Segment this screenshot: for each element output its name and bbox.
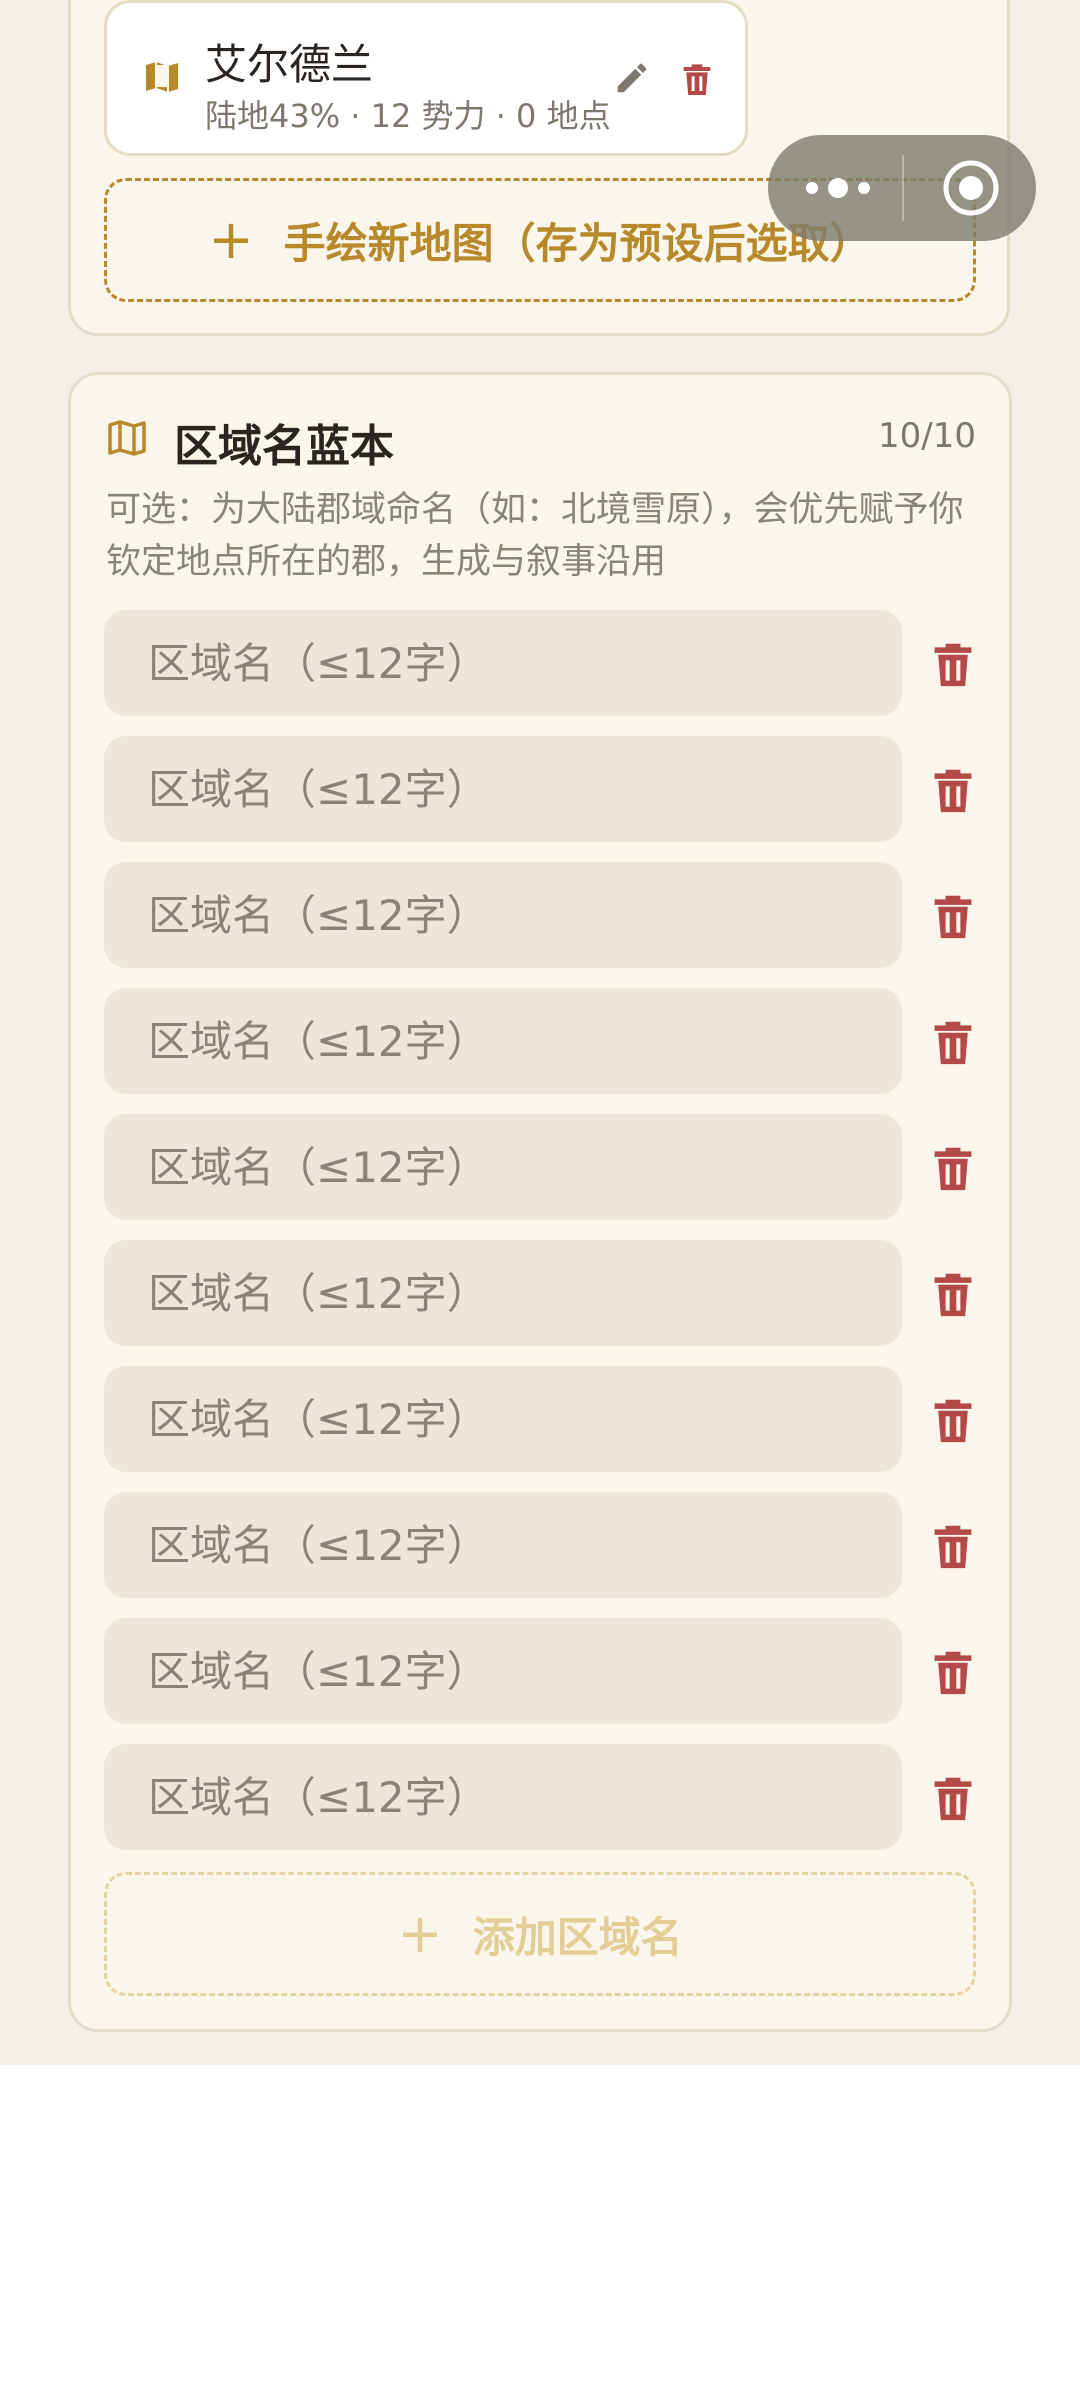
trash-icon[interactable] — [930, 892, 976, 940]
region-row — [104, 862, 1008, 968]
trash-icon[interactable] — [930, 1774, 976, 1822]
region-card-title: 区域名蓝本 — [174, 421, 394, 472]
map-name: 艾尔德兰 — [205, 40, 374, 89]
region-row — [104, 1240, 1008, 1346]
region-row — [104, 1366, 1008, 1472]
trash-icon[interactable] — [930, 1144, 976, 1192]
region-name-input[interactable] — [104, 736, 902, 842]
region-row — [104, 610, 1008, 716]
region-description: 可选：为大陆郡域命名（如：北境雪原），会优先赋予你钦定地点所在的郡，生成与叙事沿… — [106, 490, 964, 582]
region-name-input[interactable] — [104, 1366, 902, 1472]
trash-icon[interactable] — [930, 640, 976, 688]
region-row — [104, 1492, 1008, 1598]
add-region-name-button[interactable]: + 添加区域名 — [104, 1872, 976, 1996]
folded-map-icon — [108, 420, 146, 456]
region-name-input[interactable] — [104, 862, 902, 968]
target-circle-icon[interactable] — [942, 159, 1000, 217]
region-name-input[interactable] — [104, 610, 902, 716]
trash-icon[interactable] — [930, 1648, 976, 1696]
trash-icon[interactable] — [930, 1396, 976, 1444]
plus-icon: + — [208, 208, 254, 271]
region-name-input[interactable] — [104, 1618, 902, 1724]
map-icon — [146, 62, 178, 92]
trash-icon[interactable] — [930, 1270, 976, 1318]
region-count: 10/10 — [878, 416, 976, 456]
trash-icon[interactable] — [930, 766, 976, 814]
map-meta: 陆地43% · 12 势力 · 0 地点 — [205, 97, 611, 135]
trash-icon[interactable] — [930, 1018, 976, 1066]
region-row — [104, 1744, 1008, 1850]
miniprogram-capsule — [768, 135, 1036, 241]
region-name-input[interactable] — [104, 1114, 902, 1220]
region-row — [104, 1618, 1008, 1724]
capsule-divider — [902, 155, 904, 221]
region-name-input[interactable] — [104, 988, 902, 1094]
region-name-input[interactable] — [104, 1744, 902, 1850]
trash-icon[interactable] — [681, 61, 713, 97]
region-row — [104, 988, 1008, 1094]
region-name-input[interactable] — [104, 1492, 902, 1598]
more-dots-icon[interactable] — [804, 175, 872, 201]
region-row — [104, 1114, 1008, 1220]
plus-icon: + — [397, 1902, 443, 1965]
add-region-name-label: 添加区域名 — [472, 1912, 683, 1962]
map-preset-item[interactable]: 艾尔德兰 陆地43% · 12 势力 · 0 地点 — [104, 0, 748, 156]
trash-icon[interactable] — [930, 1522, 976, 1570]
region-name-input[interactable] — [104, 1240, 902, 1346]
region-row — [104, 736, 1008, 842]
pencil-icon[interactable] — [613, 59, 651, 97]
region-input-list — [104, 610, 1008, 1870]
